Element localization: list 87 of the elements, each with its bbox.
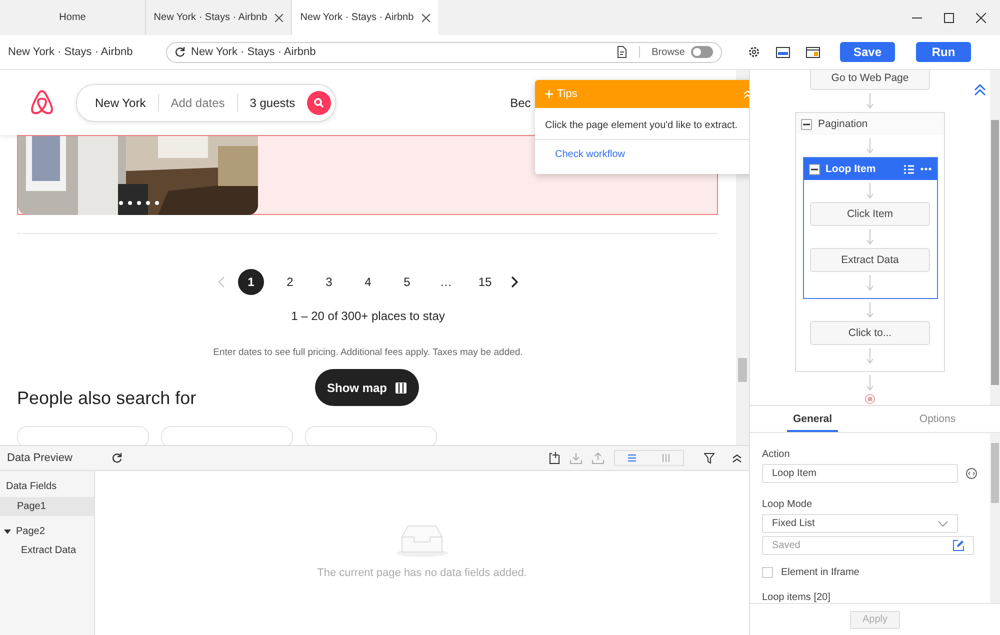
scrollbar[interactable] <box>990 70 1000 405</box>
browse-label: Browse <box>652 46 685 58</box>
tips-message: Click the page element you'd like to extract. <box>535 108 749 140</box>
workflow-step[interactable]: Go to Web Page <box>810 70 930 90</box>
field-label: Loop Mode <box>762 499 814 510</box>
page-button[interactable]: 4 <box>355 269 381 295</box>
page-button[interactable]: 5 <box>394 269 420 295</box>
pricing-note: Enter dates to see full pricing. Additional fees apply. Taxes may be added. <box>212 347 524 358</box>
browser-tab[interactable]: New York · Stays · Airbnb <box>292 0 438 35</box>
fields-heading: Data Fields <box>5 481 58 492</box>
block-title: Loop Item <box>826 163 877 175</box>
chevron-down-icon[interactable] <box>938 520 948 526</box>
field-item[interactable]: Extract Data <box>0 541 94 560</box>
collapse-icon[interactable] <box>808 164 820 174</box>
page-title: New York · Stays · Airbnb <box>8 46 134 58</box>
toolbar-button[interactable]: Run <box>916 42 971 62</box>
properties-tab[interactable]: Options <box>875 406 1000 432</box>
workflow-step[interactable]: Click Item <box>810 202 930 226</box>
search-icon <box>314 98 324 108</box>
end-icon <box>865 394 875 404</box>
connector-arrow <box>866 302 874 318</box>
browse-toggle[interactable] <box>691 46 713 58</box>
toolbar-button[interactable]: Save <box>840 42 895 62</box>
address-bar[interactable]: New York · Stays · Airbnb Browse <box>166 42 722 62</box>
collapse-icon[interactable] <box>732 454 742 462</box>
page-button[interactable]: 15 <box>472 269 498 295</box>
maximize-icon[interactable] <box>944 12 954 22</box>
reload-icon[interactable] <box>175 47 185 57</box>
header-link[interactable]: Bec <box>510 96 531 110</box>
caret-icon[interactable] <box>4 528 11 535</box>
page-button[interactable]: 3 <box>316 269 342 295</box>
filter-icon[interactable] <box>704 452 716 464</box>
group-block[interactable]: Pagination Loop Item Click Item Extract Data Click to... <box>795 112 945 372</box>
search-bar[interactable]: New York Add dates 3 guests <box>76 84 336 122</box>
more-icon[interactable] <box>920 167 932 171</box>
location-text[interactable]: New York <box>95 96 146 110</box>
connector-arrow <box>866 348 874 364</box>
workflow-step[interactable]: Extract Data <box>810 248 930 272</box>
block-title: Pagination <box>818 118 869 130</box>
page-item[interactable]: Page2 <box>0 522 94 541</box>
edit-icon[interactable] <box>953 540 964 551</box>
page-button[interactable]: … <box>433 269 459 295</box>
show-map-button[interactable]: Show map <box>315 369 419 406</box>
checkbox-label: Element in Iframe <box>781 567 860 578</box>
window-icon[interactable] <box>806 46 820 58</box>
page-button[interactable]: 1 <box>238 269 264 295</box>
close-icon[interactable] <box>275 14 284 22</box>
field-label: Loop items [20] <box>762 592 832 603</box>
connector-arrow <box>866 229 874 245</box>
checkbox[interactable] <box>762 567 773 578</box>
add-page-icon[interactable] <box>549 452 560 464</box>
tips-title: Tips <box>557 88 578 100</box>
close-icon[interactable] <box>422 14 430 22</box>
scrollbar[interactable] <box>990 433 1000 603</box>
empty-inbox-icon <box>395 523 449 557</box>
workflow-step[interactable]: Click to... <box>810 321 930 345</box>
results-summary: 1 – 20 of 300+ places to stay <box>290 309 446 323</box>
empty-message: The current page has no data fields added. <box>317 567 527 579</box>
action-field[interactable]: Loop Item <box>762 464 958 483</box>
list-icon[interactable] <box>904 164 914 174</box>
collapse-icon[interactable] <box>801 118 812 130</box>
section-title: People also search for <box>17 388 196 409</box>
loop-block[interactable]: Loop Item Click Item Extract Data <box>802 157 938 299</box>
dates-text[interactable]: Add dates <box>170 96 225 110</box>
loop-mode-dropdown[interactable]: Fixed List <box>762 514 958 533</box>
check-workflow-link[interactable]: Check workflow <box>535 140 749 174</box>
page-item[interactable]: Page1 <box>0 497 94 516</box>
code-icon[interactable] <box>966 468 977 479</box>
close-icon[interactable] <box>976 12 986 22</box>
map-icon <box>395 382 407 394</box>
connector-arrow <box>866 138 874 154</box>
search-button[interactable] <box>307 90 332 114</box>
field-label: Action <box>762 449 791 460</box>
guests-text[interactable]: 3 guests <box>250 96 296 110</box>
panel-title: Data Preview <box>7 452 72 464</box>
settings-icon[interactable] <box>748 46 760 58</box>
next-icon[interactable] <box>511 276 519 288</box>
page-button[interactable]: 2 <box>277 269 303 295</box>
connector-arrow <box>866 275 874 291</box>
connector-arrow <box>866 183 874 199</box>
panel-icon[interactable] <box>776 46 790 58</box>
connector-arrow <box>866 93 874 109</box>
properties-tab[interactable]: General <box>750 406 875 432</box>
connector-arrow <box>866 375 874 391</box>
logo-icon[interactable] <box>30 90 54 116</box>
document-icon[interactable] <box>616 46 627 58</box>
refresh-icon[interactable] <box>112 453 122 463</box>
